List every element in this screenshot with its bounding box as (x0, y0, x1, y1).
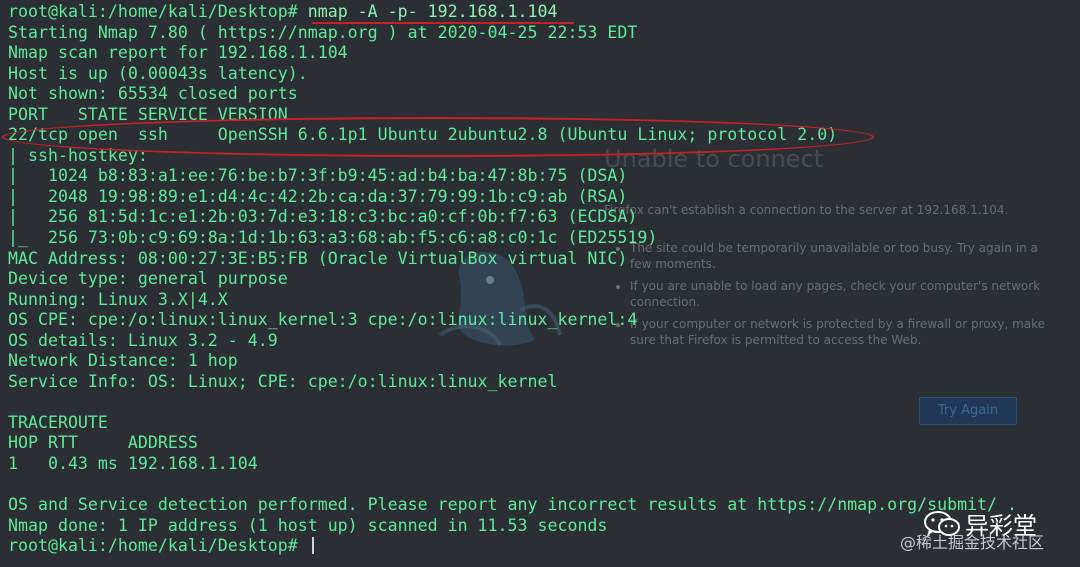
terminal-line-text: OS CPE: cpe:/o:linux:linux_kernel:3 cpe:… (8, 310, 638, 330)
terminal-line-text: | 1024 b8:83:a1:ee:76:be:b7:3f:b9:45:ad:… (8, 166, 628, 186)
terminal-line: Host is up (0.00043s latency). (8, 64, 1078, 85)
terminal-line-text: Starting Nmap 7.80 ( https://nmap.org ) … (8, 22, 638, 42)
port-highlight-annotation (2, 117, 874, 157)
terminal-line: OS CPE: cpe:/o:linux:linux_kernel:3 cpe:… (8, 310, 1078, 331)
command-underline-annotation (312, 22, 574, 24)
terminal-line-text: |_ 256 73:0b:c9:69:8a:1d:1b:63:a3:68:ab:… (8, 228, 658, 248)
terminal-line-text: Not shown: 65534 closed ports (8, 84, 298, 104)
terminal-line: | 2048 19:98:89:e1:d4:4c:42:2b:ca:da:37:… (8, 187, 1078, 208)
terminal-line: Service Info: OS: Linux; CPE: cpe:/o:lin… (8, 372, 1078, 393)
terminal-line: Not shown: 65534 closed ports (8, 84, 1078, 105)
terminal-line-text: OS details: Linux 3.2 - 4.9 (8, 330, 278, 350)
watermark-subtitle: @稀土掘金技术社区 (900, 533, 1045, 552)
watermark: 异彩堂 @稀土掘金技术社区 (900, 504, 1075, 560)
terminal-line: OS details: Linux 3.2 - 4.9 (8, 331, 1078, 352)
terminal-line-text: | 2048 19:98:89:e1:d4:4c:42:2b:ca:da:37:… (8, 186, 628, 206)
terminal-line-text: 1 0.43 ms 192.168.1.104 (8, 454, 258, 474)
text-cursor (311, 537, 314, 555)
desktop-screen: Unable to connect Firefox can't establis… (0, 0, 1080, 567)
shell-prompt: root@kali:/home/kali/Desktop# (8, 2, 308, 21)
terminal-line-text: Service Info: OS: Linux; CPE: cpe:/o:lin… (8, 371, 558, 391)
shell-command: nmap -A -p- 192.168.1.104 (307, 2, 558, 21)
terminal-line-text: Nmap scan report for 192.168.1.104 (8, 43, 348, 63)
terminal-line-text: MAC Address: 08:00:27:3E:B5:FB (Oracle V… (8, 248, 628, 268)
terminal-line: |_ 256 73:0b:c9:69:8a:1d:1b:63:a3:68:ab:… (8, 228, 1078, 249)
terminal-line-text: TRACEROUTE (8, 412, 108, 432)
terminal-line-text: Running: Linux 3.X|4.X (8, 289, 228, 309)
terminal-line-text: Device type: general purpose (8, 269, 288, 289)
terminal-line: Starting Nmap 7.80 ( https://nmap.org ) … (8, 23, 1078, 44)
terminal-line: 1 0.43 ms 192.168.1.104 (8, 454, 1078, 475)
terminal-line-text: HOP RTT ADDRESS (8, 433, 198, 453)
terminal-line: Device type: general purpose (8, 269, 1078, 290)
terminal-line-text: Network Distance: 1 hop (8, 351, 238, 371)
terminal-line-text: | 256 81:5d:1c:e1:2b:03:7d:e3:18:c3:bc:a… (8, 207, 638, 227)
shell-prompt: root@kali:/home/kali/Desktop# (8, 536, 308, 556)
terminal-output[interactable]: root@kali:/home/kali/Desktop# nmap -A -p… (8, 2, 1078, 557)
terminal-line-text: Host is up (0.00043s latency). (8, 63, 308, 83)
terminal-line: | 1024 b8:83:a1:ee:76:be:b7:3f:b9:45:ad:… (8, 166, 1078, 187)
terminal-line: Nmap scan report for 192.168.1.104 (8, 43, 1078, 64)
terminal-line: | 256 81:5d:1c:e1:2b:03:7d:e3:18:c3:bc:a… (8, 207, 1078, 228)
terminal-line: HOP RTT ADDRESS (8, 433, 1078, 454)
shell-prompt-line: root@kali:/home/kali/Desktop# nmap -A -p… (8, 2, 1078, 23)
terminal-line: Network Distance: 1 hop (8, 351, 1078, 372)
terminal-line: MAC Address: 08:00:27:3E:B5:FB (Oracle V… (8, 249, 1078, 270)
terminal-line: TRACEROUTE (8, 413, 1078, 434)
terminal-line-text: OS and Service detection performed. Plea… (8, 495, 1018, 515)
terminal-line: Running: Linux 3.X|4.X (8, 290, 1078, 311)
terminal-line-text: Nmap done: 1 IP address (1 host up) scan… (8, 515, 608, 535)
